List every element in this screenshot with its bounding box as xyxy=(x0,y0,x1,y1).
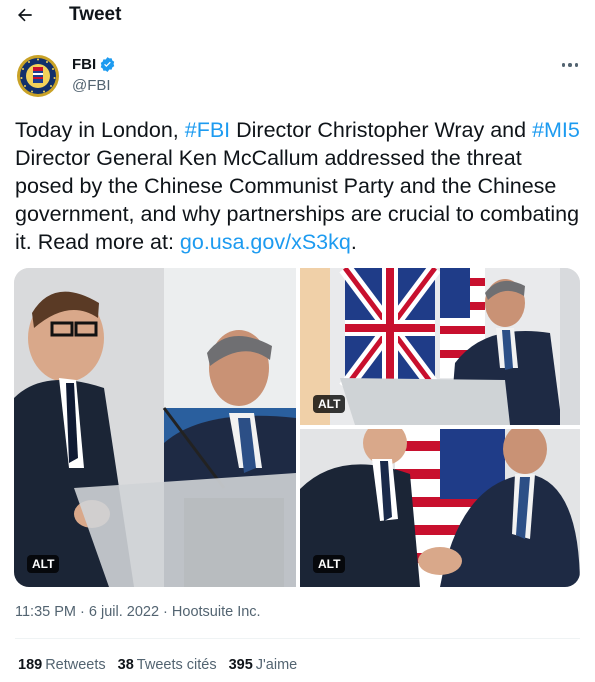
quotes-count: 38 xyxy=(117,657,134,673)
meta-separator: · xyxy=(76,604,89,620)
press-conference-photo xyxy=(14,268,296,587)
tweet-meta: 11:35 PM · 6 juil. 2022 · Hootsuite Inc. xyxy=(15,604,261,620)
tweet-time[interactable]: 11:35 PM xyxy=(15,604,76,620)
tweet-text-part: . xyxy=(350,230,357,254)
back-button[interactable] xyxy=(12,2,38,28)
page-title: Tweet xyxy=(69,4,122,25)
author-name[interactable]: FBI xyxy=(72,56,116,73)
photo-2[interactable]: ALT xyxy=(300,268,580,425)
divider xyxy=(15,638,580,639)
tweet-text-part: Director Christopher Wray and xyxy=(230,118,533,142)
hashtag-mi5-link[interactable]: #MI5 xyxy=(532,118,580,142)
alt-badge[interactable]: ALT xyxy=(313,555,346,573)
retweets-label: Retweets xyxy=(45,657,106,673)
tweet-text: Today in London, #FBI Director Christoph… xyxy=(15,116,585,256)
quotes-label: Tweets cités xyxy=(136,657,217,673)
retweets-stat[interactable]: 189 Retweets xyxy=(18,657,106,673)
tweet-date[interactable]: 6 juil. 2022 xyxy=(89,604,159,620)
retweets-count: 189 xyxy=(18,657,43,673)
media-divider xyxy=(300,425,580,429)
tweet-source[interactable]: Hootsuite Inc. xyxy=(172,604,261,620)
verified-badge-icon xyxy=(100,57,115,72)
arrow-left-icon xyxy=(18,8,32,22)
author-name-label: FBI xyxy=(72,56,97,73)
likes-label: J'aime xyxy=(255,657,298,673)
fbi-seal-icon xyxy=(17,55,59,97)
author-handle[interactable]: @FBI xyxy=(72,77,111,94)
alt-badge[interactable]: ALT xyxy=(313,395,346,413)
photo-1[interactable]: ALT xyxy=(14,268,296,587)
avatar[interactable] xyxy=(16,54,60,98)
engagement-stats: 189 Retweets 38 Tweets cités 395 J'aime xyxy=(18,657,297,673)
tweet-text-part: Today in London, xyxy=(15,118,185,142)
media-grid: ALT ALT ALT xyxy=(14,268,580,587)
meta-separator: · xyxy=(159,604,172,620)
more-icon xyxy=(561,63,579,67)
more-options-button[interactable] xyxy=(555,54,585,76)
alt-badge[interactable]: ALT xyxy=(27,555,60,573)
tweet-url-link[interactable]: go.usa.gov/xS3kq xyxy=(180,230,351,254)
tweet-header: Tweet xyxy=(0,0,595,30)
likes-stat[interactable]: 395 J'aime xyxy=(229,657,298,673)
quotes-stat[interactable]: 38 Tweets cités xyxy=(118,657,217,673)
likes-count: 395 xyxy=(228,657,253,673)
hashtag-fbi-link[interactable]: #FBI xyxy=(185,118,230,142)
photo-3[interactable]: ALT xyxy=(300,429,580,587)
